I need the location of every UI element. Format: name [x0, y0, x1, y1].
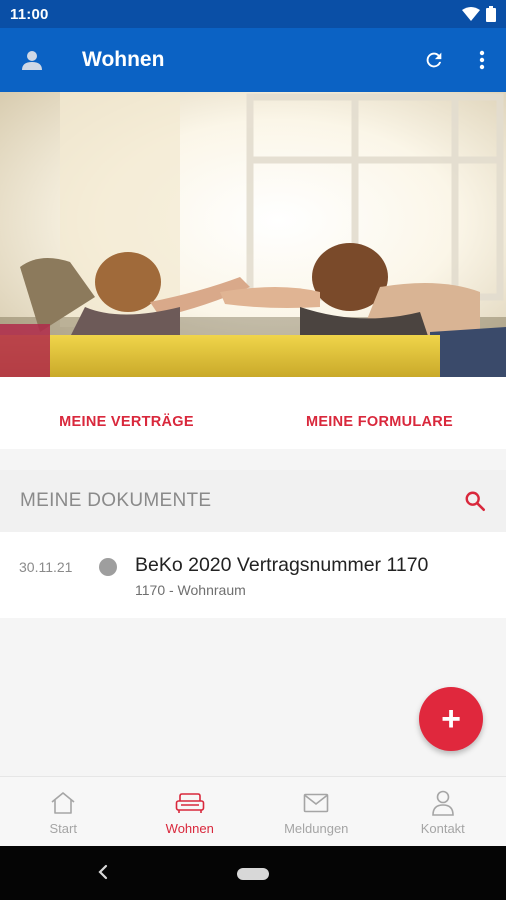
document-row[interactable]: 30.11.21 BeKo 2020 Vertragsnummer 1170 1… [0, 532, 506, 618]
refresh-button[interactable] [410, 36, 458, 84]
nav-label-meldungen: Meldungen [284, 820, 349, 836]
sofa-icon [175, 792, 205, 813]
battery-icon [486, 6, 496, 22]
nav-label-kontakt: Kontakt [420, 820, 465, 836]
status-icons [462, 6, 496, 22]
my-forms-link[interactable]: MEINE FORMULARE [253, 414, 506, 430]
plus-icon: + [441, 699, 461, 738]
home-icon [51, 791, 75, 814]
more-menu-button[interactable] [458, 36, 506, 84]
person-icon [431, 790, 454, 816]
document-date: 30.11.21 [19, 559, 73, 575]
nav-label-wohnen: Wohnen [165, 820, 214, 836]
nav-label-start: Start [49, 820, 77, 836]
bottom-nav: Start Wohnen Meldungen Kontakt [0, 776, 506, 846]
document-title: BeKo 2020 Vertragsnummer 1170 [135, 554, 429, 576]
hero-illustration [0, 92, 506, 377]
status-time: 11:00 [10, 5, 49, 23]
page-title: Wohnen [82, 48, 165, 71]
documents-title: MEINE DOKUMENTE [20, 490, 212, 511]
hero-image [0, 92, 506, 377]
back-icon[interactable] [97, 862, 109, 882]
search-icon [465, 491, 485, 511]
wifi-icon [462, 7, 480, 21]
nav-item-wohnen[interactable]: Wohnen [127, 777, 254, 846]
more-vert-icon [479, 50, 485, 70]
my-contracts-link[interactable]: MEINE VERTRÄGE [0, 414, 253, 430]
document-subtitle: 1170 - Wohnraum [135, 582, 246, 598]
status-bar: 11:00 [0, 0, 506, 28]
nav-item-kontakt[interactable]: Kontakt [380, 777, 506, 846]
nav-item-start[interactable]: Start [0, 777, 127, 846]
quick-links: MEINE VERTRÄGE MEINE FORMULARE [0, 377, 506, 449]
mail-icon [303, 793, 329, 812]
add-fab-button[interactable]: + [419, 687, 483, 751]
home-pill-button[interactable] [237, 868, 269, 880]
profile-button[interactable] [0, 28, 64, 92]
search-button[interactable] [446, 481, 486, 521]
status-dot-icon [99, 558, 117, 576]
app-bar: Wohnen [0, 28, 506, 92]
nav-item-meldungen[interactable]: Meldungen [253, 777, 380, 846]
person-icon [22, 51, 42, 70]
system-nav-bar [0, 846, 506, 900]
documents-header: MEINE DOKUMENTE [0, 470, 506, 532]
refresh-icon [426, 52, 442, 68]
